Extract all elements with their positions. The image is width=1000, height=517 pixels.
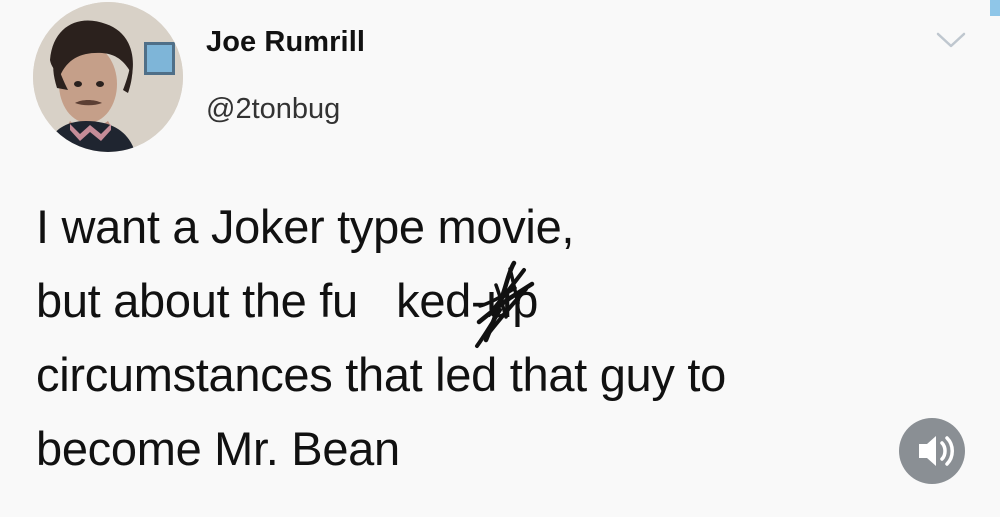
tweet-text: I want a Joker type movie, but about the…	[36, 190, 936, 486]
tweet-line-3: circumstances that led that guy to	[36, 348, 726, 401]
tweet-line-4: become Mr. Bean	[36, 422, 400, 475]
tweet-author: Joe Rumrill @2tonbug	[206, 26, 365, 125]
speaker-icon	[919, 436, 954, 466]
top-right-accent	[990, 0, 1000, 16]
chevron-down-icon[interactable]	[934, 28, 968, 52]
author-display-name[interactable]: Joe Rumrill	[206, 26, 365, 58]
tweet-line-2: but about the fu ked-up	[36, 274, 539, 327]
sound-button[interactable]	[899, 418, 965, 484]
tweet-line-1: I want a Joker type movie,	[36, 200, 575, 253]
author-handle[interactable]: @2tonbug	[206, 93, 365, 125]
avatar[interactable]	[33, 2, 183, 152]
avatar-image	[33, 2, 183, 152]
tweet-card: Joe Rumrill @2tonbug I want a Joker type…	[0, 0, 1000, 517]
